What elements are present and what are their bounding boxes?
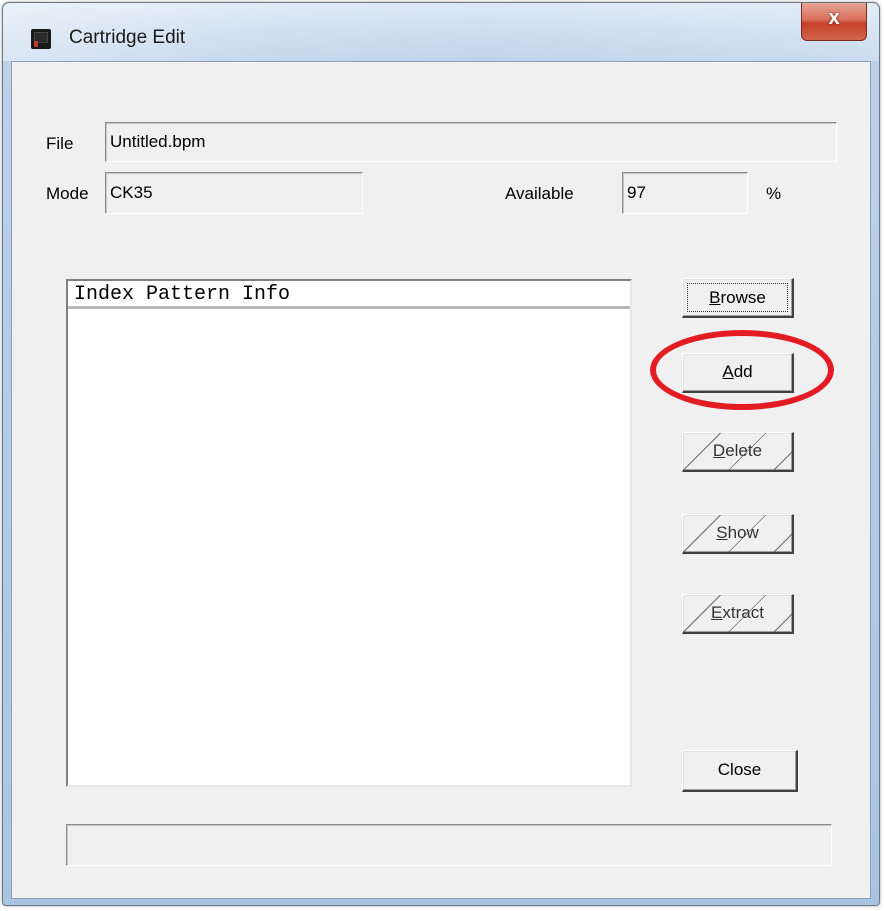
show-button: Show — [682, 514, 794, 554]
extract-button: Extract — [682, 594, 794, 634]
close-window-button[interactable]: x — [801, 3, 867, 41]
pattern-list[interactable]: Index Pattern Info — [66, 279, 632, 787]
delete-button-label: Delete — [712, 441, 763, 460]
status-bar — [66, 824, 832, 866]
cartridge-edit-window: Cartridge Edit x File Untitled.bpm Mode … — [2, 2, 880, 906]
mode-label: Mode — [46, 184, 89, 203]
list-header[interactable]: Index Pattern Info — [68, 281, 630, 309]
browse-button[interactable]: Browse — [682, 278, 794, 318]
file-field: Untitled.bpm — [105, 122, 837, 162]
available-field: 97 — [622, 172, 748, 214]
mode-value: CK35 — [110, 183, 153, 202]
file-value: Untitled.bpm — [110, 132, 206, 151]
close-icon: x — [828, 7, 840, 29]
available-value: 97 — [627, 183, 646, 202]
title-bar[interactable]: Cartridge Edit x — [3, 3, 879, 61]
window-title: Cartridge Edit — [69, 27, 186, 48]
extract-button-label: Extract — [711, 603, 764, 622]
add-button[interactable]: Add — [682, 353, 794, 393]
close-button[interactable]: Close — [682, 750, 798, 792]
show-button-label: Show — [716, 523, 759, 542]
add-button-label: Add — [722, 362, 753, 381]
list-header-label: Index Pattern Info — [74, 283, 291, 306]
close-button-label: Close — [717, 760, 762, 779]
browse-button-label: Browse — [687, 283, 788, 312]
cartridge-app-icon — [31, 29, 51, 49]
mode-field: CK35 — [105, 172, 363, 214]
delete-button: Delete — [682, 432, 794, 472]
available-label: Available — [505, 184, 574, 203]
percent-unit-label: % — [766, 184, 782, 203]
dialog-client-area: File Untitled.bpm Mode CK35 Available 97… — [11, 61, 871, 899]
file-label: File — [46, 134, 74, 153]
